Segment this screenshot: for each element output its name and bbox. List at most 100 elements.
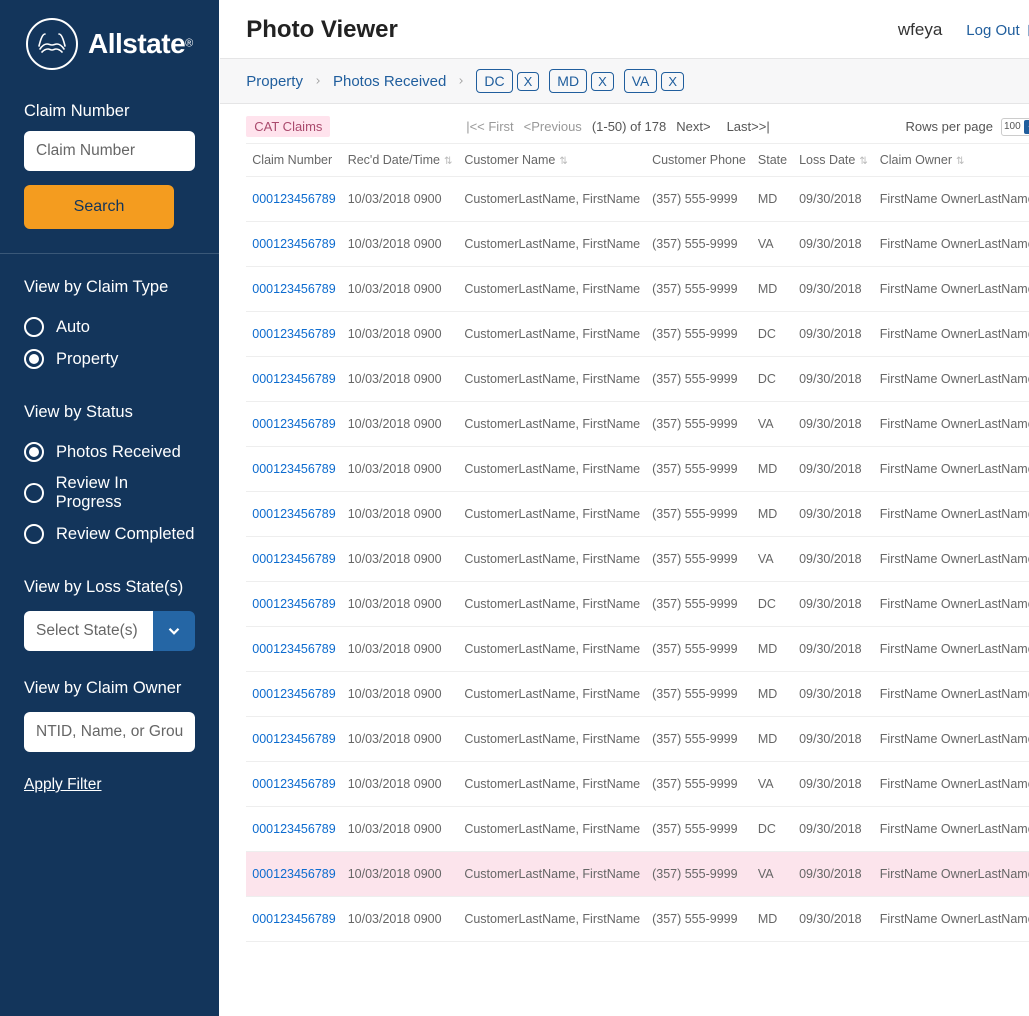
cell-claim-number[interactable]: 000123456789	[246, 447, 341, 492]
claim-number-input[interactable]	[24, 131, 195, 171]
chip-remove-dc[interactable]: X	[517, 72, 540, 91]
cell-claim-owner: FirstName OwnerLastName	[874, 897, 1029, 942]
cell-claim-number[interactable]: 000123456789	[246, 672, 341, 717]
table-row[interactable]: 00012345678910/03/2018 0900CustomerLastN…	[246, 897, 1029, 942]
cell-recd-date: 10/03/2018 0900	[342, 582, 459, 627]
cell-customer-name: CustomerLastName, FirstName	[458, 222, 646, 267]
col-recd-date[interactable]: Rec'd Date/Time⇅	[342, 144, 459, 177]
filter-chip-md[interactable]: MD	[549, 69, 587, 93]
table-row[interactable]: 00012345678910/03/2018 0900CustomerLastN…	[246, 267, 1029, 312]
cell-loss-date: 09/30/2018	[793, 897, 874, 942]
table-row[interactable]: 00012345678910/03/2018 0900CustomerLastN…	[246, 222, 1029, 267]
topbar-right: wfeya Log Out	[898, 20, 1029, 40]
table-row[interactable]: 00012345678910/03/2018 0900CustomerLastN…	[246, 717, 1029, 762]
cell-loss-date: 09/30/2018	[793, 627, 874, 672]
rpp-value: 100	[1004, 121, 1021, 132]
table-row[interactable]: 00012345678910/03/2018 0900CustomerLastN…	[246, 312, 1029, 357]
page-last[interactable]: Last>>|	[727, 119, 770, 134]
claim-type-auto[interactable]: Auto	[24, 311, 195, 343]
cell-claim-number[interactable]: 000123456789	[246, 177, 341, 222]
cell-customer-phone: (357) 555-9999	[646, 852, 752, 897]
cell-recd-date: 10/03/2018 0900	[342, 762, 459, 807]
cell-claim-owner: FirstName OwnerLastName	[874, 357, 1029, 402]
page-next[interactable]: Next>	[676, 119, 710, 134]
cell-claim-number[interactable]: 000123456789	[246, 762, 341, 807]
cell-claim-number[interactable]: 000123456789	[246, 222, 341, 267]
col-claim-number[interactable]: Claim Number	[246, 144, 341, 177]
loss-state-group: View by Loss State(s) Select State(s)	[24, 578, 195, 651]
logout-link[interactable]: Log Out	[966, 22, 1029, 39]
cell-claim-number[interactable]: 000123456789	[246, 897, 341, 942]
page-range: (1-50) of 178	[592, 119, 666, 134]
table-row[interactable]: 00012345678910/03/2018 0900CustomerLastN…	[246, 177, 1029, 222]
logout-label: Log Out	[966, 22, 1019, 39]
cell-claim-number[interactable]: 000123456789	[246, 807, 341, 852]
chip-remove-md[interactable]: X	[591, 72, 614, 91]
col-customer-phone[interactable]: Customer Phone	[646, 144, 752, 177]
col-claim-owner[interactable]: Claim Owner⇅	[874, 144, 1029, 177]
page-first[interactable]: |<< First	[466, 119, 513, 134]
table-row[interactable]: 00012345678910/03/2018 0900CustomerLastN…	[246, 402, 1029, 447]
table-row[interactable]: 00012345678910/03/2018 0900CustomerLastN…	[246, 627, 1029, 672]
col-loss-date[interactable]: Loss Date⇅	[793, 144, 874, 177]
status-review-in-progress[interactable]: Review In Progress	[24, 468, 195, 518]
claim-type-group: View by Claim Type Auto Property	[24, 278, 195, 375]
page-prev[interactable]: <Previous	[524, 119, 582, 134]
cell-state: DC	[752, 357, 793, 402]
content-area: CAT Claims |<< First <Previous (1-50) of…	[220, 104, 1029, 1016]
col-state[interactable]: State	[752, 144, 793, 177]
sort-icon: ⇅	[559, 156, 567, 167]
cell-claim-number[interactable]: 000123456789	[246, 852, 341, 897]
cell-claim-number[interactable]: 000123456789	[246, 402, 341, 447]
cell-customer-phone: (357) 555-9999	[646, 177, 752, 222]
status-group: View by Status Photos Received Review In…	[24, 403, 195, 550]
search-button[interactable]: Search	[24, 185, 174, 229]
breadcrumb-property[interactable]: Property	[246, 73, 303, 90]
cell-recd-date: 10/03/2018 0900	[342, 807, 459, 852]
cell-claim-owner: FirstName OwnerLastName	[874, 627, 1029, 672]
table-row[interactable]: 00012345678910/03/2018 0900CustomerLastN…	[246, 852, 1029, 897]
username: wfeya	[898, 20, 942, 40]
filter-chip-dc[interactable]: DC	[476, 69, 512, 93]
cell-customer-name: CustomerLastName, FirstName	[458, 402, 646, 447]
cell-claim-number[interactable]: 000123456789	[246, 357, 341, 402]
cell-claim-number[interactable]: 000123456789	[246, 267, 341, 312]
cell-claim-owner: FirstName OwnerLastName	[874, 267, 1029, 312]
filter-chip-va[interactable]: VA	[624, 69, 658, 93]
table-row[interactable]: 00012345678910/03/2018 0900CustomerLastN…	[246, 537, 1029, 582]
cell-claim-owner: FirstName OwnerLastName	[874, 402, 1029, 447]
claim-type-property[interactable]: Property	[24, 343, 195, 375]
table-row[interactable]: 00012345678910/03/2018 0900CustomerLastN…	[246, 582, 1029, 627]
col-customer-name[interactable]: Customer Name⇅	[458, 144, 646, 177]
cell-claim-number[interactable]: 000123456789	[246, 627, 341, 672]
topbar: Photo Viewer wfeya Log Out	[220, 0, 1029, 58]
table-row[interactable]: 00012345678910/03/2018 0900CustomerLastN…	[246, 492, 1029, 537]
table-row[interactable]: 00012345678910/03/2018 0900CustomerLastN…	[246, 357, 1029, 402]
table-row[interactable]: 00012345678910/03/2018 0900CustomerLastN…	[246, 447, 1029, 492]
cell-state: DC	[752, 807, 793, 852]
cell-claim-number[interactable]: 000123456789	[246, 312, 341, 357]
cell-claim-number[interactable]: 000123456789	[246, 492, 341, 537]
chevron-down-icon[interactable]	[153, 611, 195, 651]
status-photos-received[interactable]: Photos Received	[24, 436, 195, 468]
cell-loss-date: 09/30/2018	[793, 852, 874, 897]
table-meta-bar: CAT Claims |<< First <Previous (1-50) of…	[246, 116, 1029, 137]
table-row[interactable]: 00012345678910/03/2018 0900CustomerLastN…	[246, 762, 1029, 807]
cell-claim-number[interactable]: 000123456789	[246, 582, 341, 627]
loss-state-select[interactable]: Select State(s)	[24, 611, 195, 651]
chip-remove-va[interactable]: X	[661, 72, 684, 91]
cell-claim-number[interactable]: 000123456789	[246, 717, 341, 762]
cell-loss-date: 09/30/2018	[793, 717, 874, 762]
table-row[interactable]: 00012345678910/03/2018 0900CustomerLastN…	[246, 807, 1029, 852]
claim-owner-input[interactable]	[24, 712, 195, 752]
cell-loss-date: 09/30/2018	[793, 492, 874, 537]
cell-claim-number[interactable]: 000123456789	[246, 537, 341, 582]
chevron-right-icon	[313, 76, 323, 86]
status-review-completed[interactable]: Review Completed	[24, 518, 195, 550]
cell-loss-date: 09/30/2018	[793, 312, 874, 357]
rpp-select[interactable]: 100	[1001, 118, 1029, 136]
radio-icon	[24, 442, 44, 462]
table-row[interactable]: 00012345678910/03/2018 0900CustomerLastN…	[246, 672, 1029, 717]
breadcrumb-photos-received[interactable]: Photos Received	[333, 73, 446, 90]
apply-filter-link[interactable]: Apply Filter	[24, 776, 102, 794]
